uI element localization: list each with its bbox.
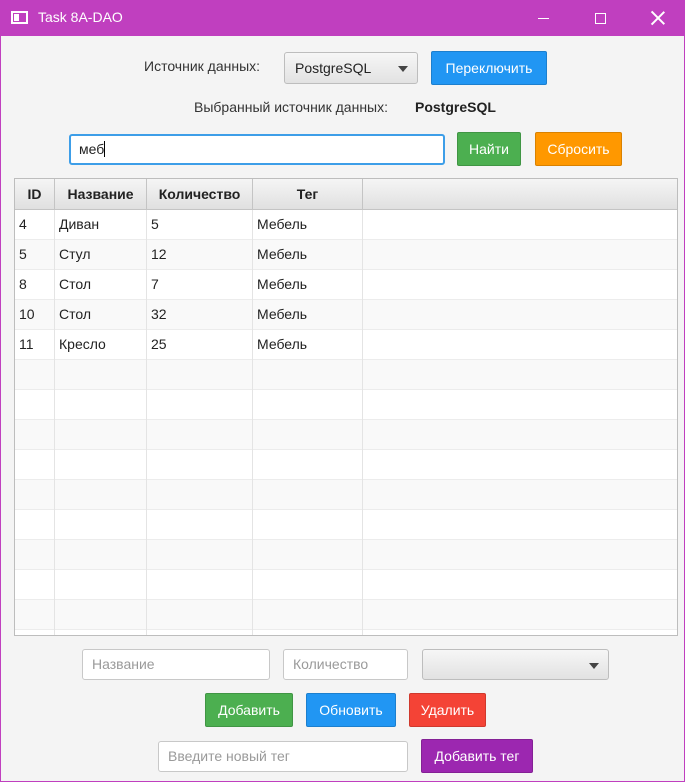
table-row[interactable]: 10 Стол 32 Мебель: [15, 300, 677, 330]
cell-id: 11: [15, 330, 55, 360]
cell-tag: Мебель: [253, 300, 363, 330]
cell-quantity: 12: [147, 240, 253, 270]
cell-name: Стол: [55, 270, 147, 300]
cell-tag: Мебель: [253, 330, 363, 360]
column-header-name[interactable]: Название: [55, 179, 147, 209]
empty-row: [15, 420, 677, 450]
cell-name: Кресло: [55, 330, 147, 360]
chevron-down-icon: [589, 663, 599, 669]
reset-button[interactable]: Сбросить: [535, 132, 622, 166]
column-header-id[interactable]: ID: [15, 179, 55, 209]
cell-quantity: 32: [147, 300, 253, 330]
cell-id: 4: [15, 210, 55, 240]
name-input[interactable]: Название: [82, 649, 270, 680]
close-icon: [651, 11, 665, 25]
table-row[interactable]: 8 Стол 7 Мебель: [15, 270, 677, 300]
search-input[interactable]: меб: [69, 134, 445, 165]
maximize-icon: [594, 12, 606, 24]
chevron-down-icon: [398, 66, 408, 72]
cell-tag: Мебель: [253, 240, 363, 270]
cell-tag: Мебель: [253, 270, 363, 300]
empty-row: [15, 510, 677, 540]
cell-name: Диван: [55, 210, 147, 240]
cell-id: 5: [15, 240, 55, 270]
current-source-label: Выбранный источник данных:: [194, 99, 389, 115]
cell-tag: Мебель: [253, 210, 363, 240]
title-bar[interactable]: Task 8A-DAO: [0, 0, 685, 36]
empty-row: [15, 450, 677, 480]
source-label: Источник данных:: [144, 58, 261, 74]
empty-row: [15, 360, 677, 390]
main-content: Источник данных: PostgreSQL Переключить …: [1, 36, 684, 781]
empty-row: [15, 630, 677, 635]
column-header-tag[interactable]: Тег: [253, 179, 363, 209]
empty-row: [15, 540, 677, 570]
quantity-input[interactable]: Количество: [283, 649, 408, 680]
delete-button[interactable]: Удалить: [409, 693, 486, 727]
source-select[interactable]: PostgreSQL: [284, 52, 418, 84]
table-row[interactable]: 5 Стул 12 Мебель: [15, 240, 677, 270]
table-row[interactable]: 11 Кресло 25 Мебель: [15, 330, 677, 360]
new-tag-input[interactable]: Введите новый тег: [158, 741, 408, 772]
cell-id: 8: [15, 270, 55, 300]
tag-select[interactable]: [422, 649, 609, 680]
switch-source-button[interactable]: Переключить: [431, 51, 547, 85]
cell-name: Стул: [55, 240, 147, 270]
find-button[interactable]: Найти: [457, 132, 521, 166]
cell-quantity: 7: [147, 270, 253, 300]
add-tag-button[interactable]: Добавить тег: [421, 739, 533, 773]
column-header-quantity[interactable]: Количество: [147, 179, 253, 209]
table-header: ID Название Количество Тег: [15, 179, 677, 210]
empty-row: [15, 480, 677, 510]
close-button[interactable]: [635, 0, 681, 36]
window-title: Task 8A-DAO: [38, 9, 123, 25]
table-row[interactable]: 4 Диван 5 Мебель: [15, 210, 677, 240]
empty-row: [15, 570, 677, 600]
update-button[interactable]: Обновить: [306, 693, 396, 727]
minimize-icon: [537, 17, 549, 19]
add-button[interactable]: Добавить: [205, 693, 293, 727]
empty-row: [15, 390, 677, 420]
maximize-button[interactable]: [577, 0, 623, 36]
minimize-button[interactable]: [520, 0, 566, 36]
text-caret: [104, 141, 106, 157]
cell-name: Стол: [55, 300, 147, 330]
app-window: Task 8A-DAO Источник данных: PostgreSQL …: [0, 0, 685, 782]
source-select-value: PostgreSQL: [295, 60, 372, 76]
cell-quantity: 5: [147, 210, 253, 240]
cell-id: 10: [15, 300, 55, 330]
cell-quantity: 25: [147, 330, 253, 360]
items-table[interactable]: ID Название Количество Тег 4 Диван 5 Меб…: [14, 178, 678, 636]
empty-row: [15, 600, 677, 630]
current-source-value: PostgreSQL: [415, 99, 496, 115]
app-icon: [11, 11, 28, 24]
search-input-value: меб: [79, 141, 105, 157]
